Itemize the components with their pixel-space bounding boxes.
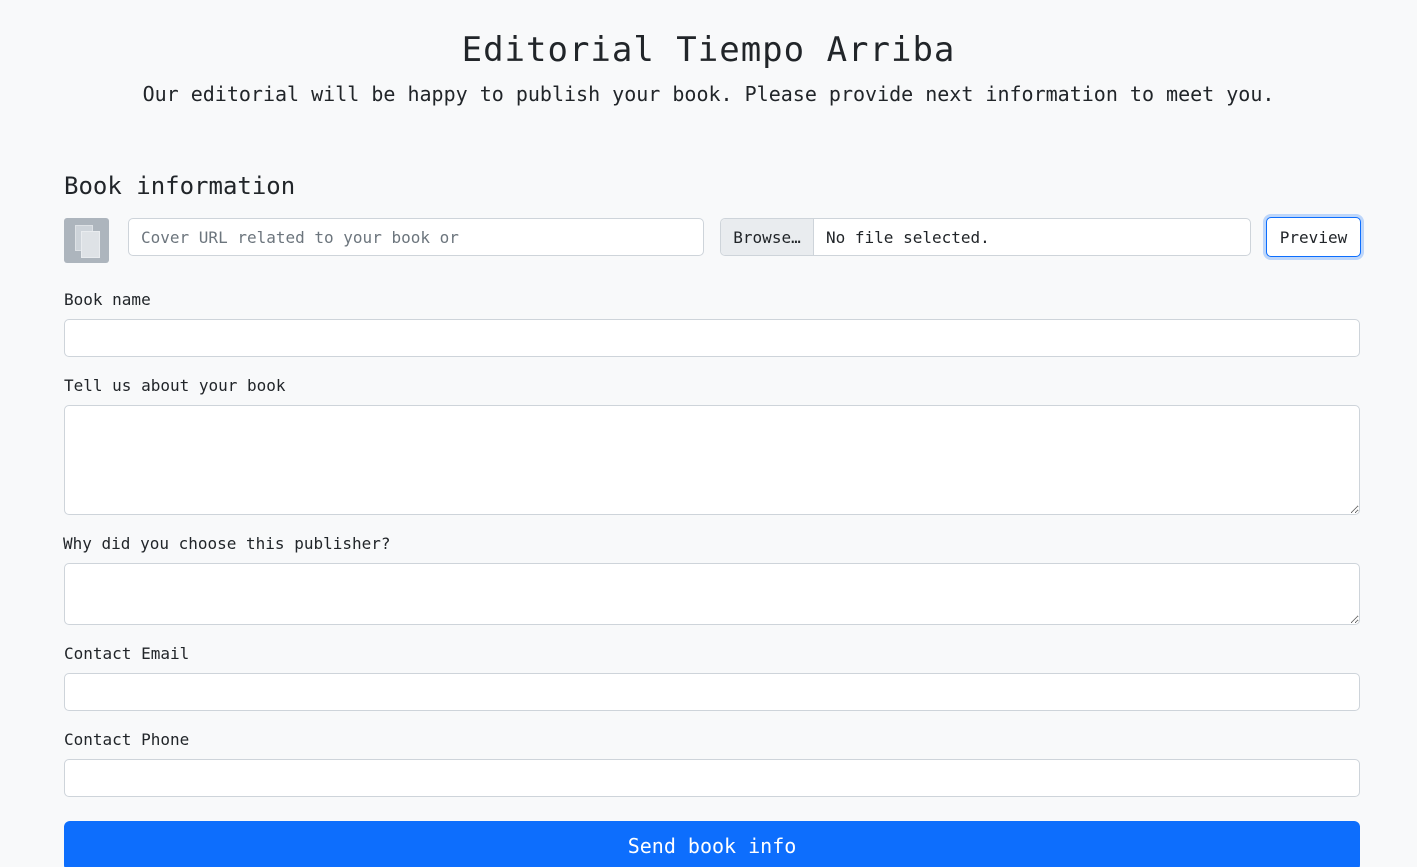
page: Editorial Tiempo Arriba Our editorial wi…: [0, 0, 1417, 867]
browse-button[interactable]: Browse…: [721, 219, 814, 255]
about-book-textarea[interactable]: [64, 405, 1360, 515]
cover-url-input[interactable]: [128, 218, 704, 256]
page-subtitle: Our editorial will be happy to publish y…: [142, 82, 1275, 106]
page-sheet-icon: [81, 231, 100, 258]
contact-phone-label: Contact Phone: [64, 730, 190, 749]
section-title: Book information: [64, 172, 296, 200]
about-book-label: Tell us about your book: [64, 376, 286, 395]
cover-placeholder-icon: [64, 218, 109, 263]
page-title: Editorial Tiempo Arriba: [461, 30, 956, 70]
book-name-label: Book name: [64, 290, 151, 309]
cover-file-input[interactable]: Browse… No file selected.: [720, 218, 1251, 256]
why-publisher-label: Why did you choose this publisher?: [63, 534, 391, 553]
why-publisher-textarea[interactable]: [64, 563, 1360, 625]
contact-email-input[interactable]: [64, 673, 1360, 711]
preview-button[interactable]: Preview: [1266, 217, 1361, 257]
contact-email-label: Contact Email: [64, 644, 190, 663]
send-book-info-button[interactable]: Send book info: [64, 821, 1360, 867]
contact-phone-input[interactable]: [64, 759, 1360, 797]
book-name-input[interactable]: [64, 319, 1360, 357]
file-status: No file selected.: [826, 227, 990, 247]
